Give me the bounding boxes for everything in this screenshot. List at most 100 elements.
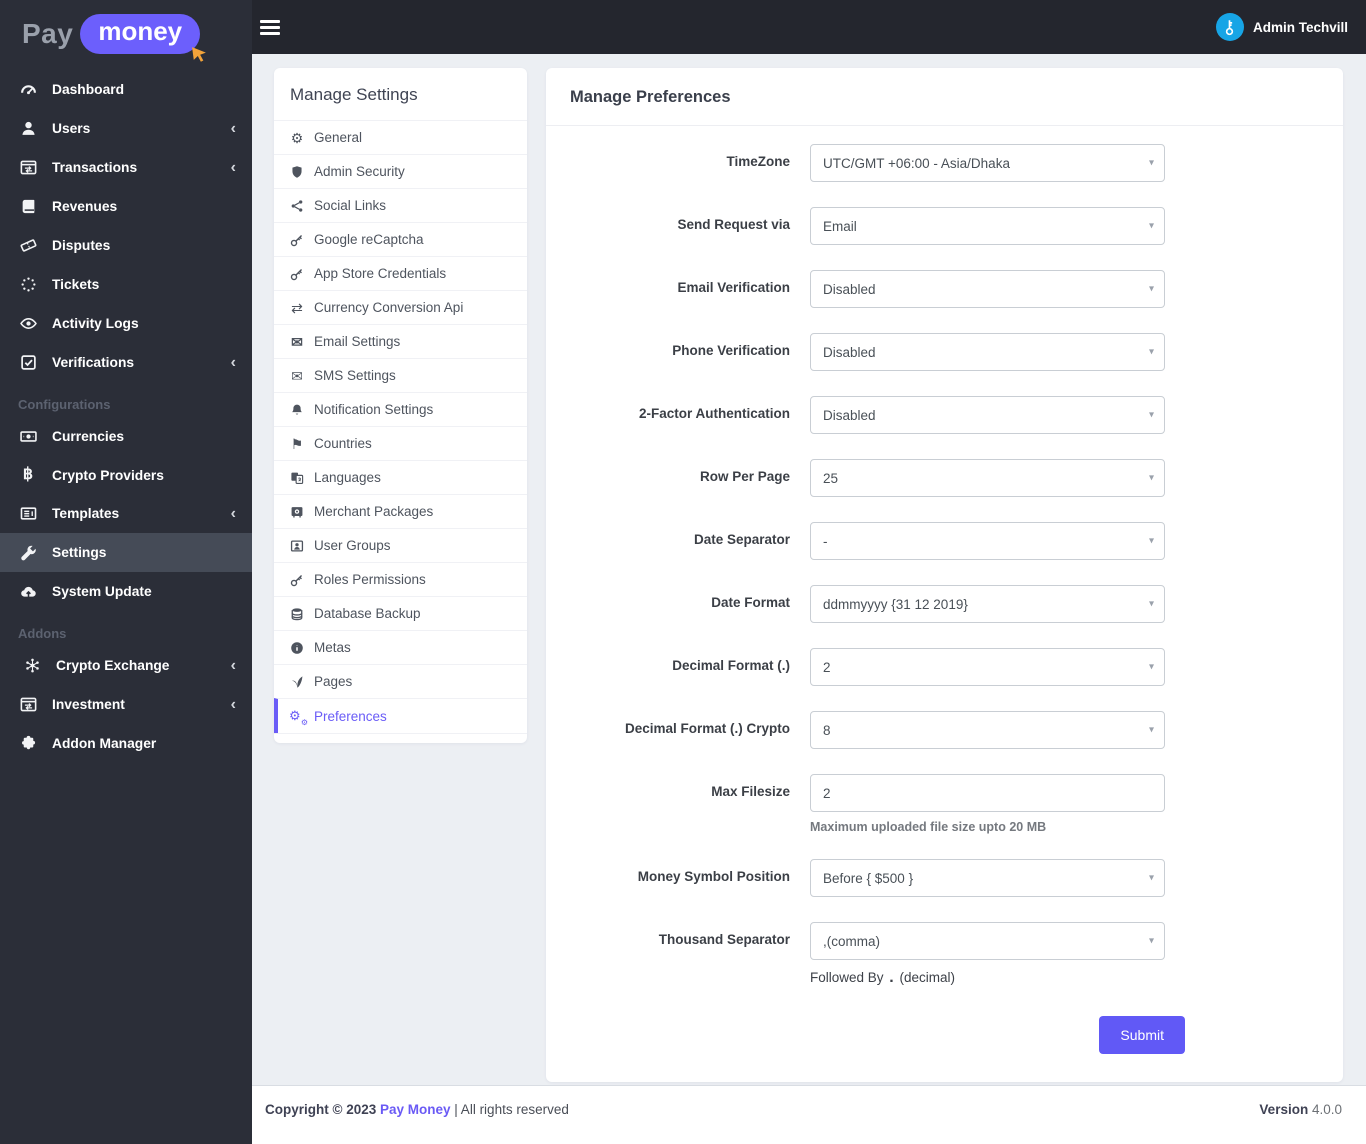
sidebar-item-label: Tickets xyxy=(52,277,100,292)
settings-nav-item-pages[interactable]: Pages xyxy=(274,664,527,698)
form-row-date-separator: Date Separator - ▾ xyxy=(546,522,1343,560)
bitcoin-icon: ฿ xyxy=(22,466,34,483)
settings-nav-item-label: Languages xyxy=(314,470,381,485)
field-label: Money Symbol Position xyxy=(637,869,790,884)
settings-nav-item-label: Roles Permissions xyxy=(314,572,426,587)
submit-button[interactable]: Submit xyxy=(1099,1016,1185,1054)
manage-settings-title: Manage Settings xyxy=(290,85,418,104)
sidebar-item-users[interactable]: Users ‹ xyxy=(0,109,252,148)
send-request-via-select[interactable]: Email ▾ xyxy=(810,207,1165,245)
sidebar-item-addon-manager[interactable]: Addon Manager xyxy=(0,724,252,763)
book-icon xyxy=(18,198,38,215)
email-verification-select[interactable]: Disabled ▾ xyxy=(810,270,1165,308)
database-icon xyxy=(288,607,306,621)
settings-nav-item-google-recaptcha[interactable]: Google reCaptcha xyxy=(274,222,527,256)
sidebar-item-label: Verifications xyxy=(52,355,135,370)
settings-nav-item-languages[interactable]: Languages xyxy=(274,460,527,494)
settings-nav-item-app-store-credentials[interactable]: App Store Credentials xyxy=(274,256,527,290)
selected-value: Disabled xyxy=(823,281,876,297)
sidebar-item-tickets[interactable]: Tickets xyxy=(0,265,252,304)
thousand-separator-select[interactable]: ,(comma) ▾ xyxy=(810,922,1165,960)
sidebar-item-templates[interactable]: Templates ‹ xyxy=(0,494,252,533)
share-icon xyxy=(288,199,306,213)
sidebar-item-investment[interactable]: Investment ‹ xyxy=(0,685,252,724)
phone-verification-select[interactable]: Disabled ▾ xyxy=(810,333,1165,371)
sidebar-item-currencies[interactable]: Currencies xyxy=(0,417,252,456)
field-control: ,(comma) ▾ Followed By . (decimal) xyxy=(810,922,1165,987)
settings-nav-item-notification-settings[interactable]: Notification Settings xyxy=(274,392,527,426)
settings-nav-item-label: SMS Settings xyxy=(314,368,396,383)
sidebar-item-dashboard[interactable]: Dashboard xyxy=(0,70,252,109)
sidebar-section-addons: Addons xyxy=(18,626,67,641)
settings-nav-item-metas[interactable]: Metas xyxy=(274,630,527,664)
cogs-icon: ⚙ ⚙ xyxy=(289,708,308,727)
caret-down-icon: ▾ xyxy=(1148,346,1154,358)
selected-value: ddmmyyyy {31 12 2019} xyxy=(823,596,968,612)
settings-nav-item-general[interactable]: ⚙ General xyxy=(274,120,527,154)
settings-nav-item-label: Social Links xyxy=(314,198,387,213)
field-label: Date Separator xyxy=(693,532,790,547)
sidebar-item-crypto-exchange[interactable]: Crypto Exchange ‹ xyxy=(0,646,252,685)
chevron-left-icon: ‹ xyxy=(230,119,236,137)
settings-nav-item-email-settings[interactable]: ✉ Email Settings xyxy=(274,324,527,358)
language-icon xyxy=(288,471,306,485)
sidebar-item-transactions[interactable]: Transactions ‹ xyxy=(0,148,252,187)
field-label: Decimal Format (.) Crypto xyxy=(624,721,790,736)
sidebar-item-label: Crypto Exchange xyxy=(56,658,170,673)
copyright-suffix: | All rights reserved xyxy=(454,1102,569,1117)
field-label: Phone Verification xyxy=(672,343,790,358)
money-symbol-position-select[interactable]: Before { $500 } ▾ xyxy=(810,859,1165,897)
settings-nav-item-label: Notification Settings xyxy=(314,402,434,417)
row-per-page-select[interactable]: 25 ▾ xyxy=(810,459,1165,497)
settings-nav-item-countries[interactable]: ⚑ Countries xyxy=(274,426,527,460)
sidebar-item-label: Revenues xyxy=(52,199,118,214)
selected-value: 8 xyxy=(823,722,831,738)
form-row-row-per-page: Row Per Page 25 ▾ xyxy=(546,459,1343,497)
settings-nav-item-user-groups[interactable]: User Groups xyxy=(274,528,527,562)
settings-nav-item-preferences[interactable]: ⚙ ⚙ Preferences xyxy=(274,698,527,733)
selected-value: - xyxy=(823,533,828,549)
settings-nav-item-admin-security[interactable]: Admin Security xyxy=(274,154,527,188)
2-factor-authentication-select[interactable]: Disabled ▾ xyxy=(810,396,1165,434)
sidebar-item-crypto-providers[interactable]: ฿ Crypto Providers xyxy=(0,456,252,494)
sidebar-item-settings[interactable]: Settings xyxy=(0,533,252,572)
settings-nav-item-merchant-packages[interactable]: Merchant Packages xyxy=(274,494,527,528)
pay-money-link[interactable]: Pay Money xyxy=(380,1102,451,1117)
sidebar-item-label: Templates xyxy=(52,506,120,521)
date-format-select[interactable]: ddmmyyyy {31 12 2019} ▾ xyxy=(810,585,1165,623)
sidebar-item-label: Users xyxy=(52,121,91,136)
sidebar-item-verifications[interactable]: Verifications ‹ xyxy=(0,343,252,382)
gauge-icon xyxy=(18,81,38,98)
date-separator-select[interactable]: - ▾ xyxy=(810,522,1165,560)
decimal-format-crypto-select[interactable]: 8 ▾ xyxy=(810,711,1165,749)
decimal-format-select[interactable]: 2 ▾ xyxy=(810,648,1165,686)
sidebar-item-activity-logs[interactable]: Activity Logs xyxy=(0,304,252,343)
settings-nav-item-database-backup[interactable]: Database Backup xyxy=(274,596,527,630)
timezone-select[interactable]: UTC/GMT +06:00 - Asia/Dhaka ▾ xyxy=(810,144,1165,182)
field-label: TimeZone xyxy=(726,154,790,169)
field-control: - ▾ xyxy=(810,522,1165,560)
max-filesize-input[interactable] xyxy=(810,774,1165,812)
logo[interactable]: Pay money xyxy=(0,0,252,66)
selected-value: UTC/GMT +06:00 - Asia/Dhaka xyxy=(823,155,1010,171)
settings-nav-item-social-links[interactable]: Social Links xyxy=(274,188,527,222)
manage-settings-card: Manage Settings ⚙ General Admin Security So… xyxy=(274,68,527,743)
settings-nav-item-sms-settings[interactable]: ✉ SMS Settings xyxy=(274,358,527,392)
caret-down-icon: ▾ xyxy=(1148,157,1154,169)
sidebar-item-system-update[interactable]: System Update xyxy=(0,572,252,611)
helper-text: Maximum uploaded file size upto 20 MB xyxy=(810,820,1047,834)
puzzle-icon xyxy=(18,735,38,752)
field-control: Email ▾ xyxy=(810,207,1165,245)
settings-nav-item-currency-conversion-api[interactable]: ⇄ Currency Conversion Api xyxy=(274,290,527,324)
selected-value: Disabled xyxy=(823,344,876,360)
user-frame-icon xyxy=(288,539,306,553)
user-menu[interactable]: Admin Techvill xyxy=(1215,13,1348,41)
main-column: Admin Techvill Manage Settings ⚙ General A… xyxy=(252,0,1366,1144)
bell-icon xyxy=(288,403,306,417)
sidebar-item-revenues[interactable]: Revenues xyxy=(0,187,252,226)
settings-nav-item-roles-permissions[interactable]: Roles Permissions xyxy=(274,562,527,596)
settings-nav-item-label: Google reCaptcha xyxy=(314,232,424,247)
menu-toggle-button[interactable] xyxy=(260,16,280,39)
shield-icon xyxy=(288,165,306,179)
sidebar-item-disputes[interactable]: Disputes xyxy=(0,226,252,265)
